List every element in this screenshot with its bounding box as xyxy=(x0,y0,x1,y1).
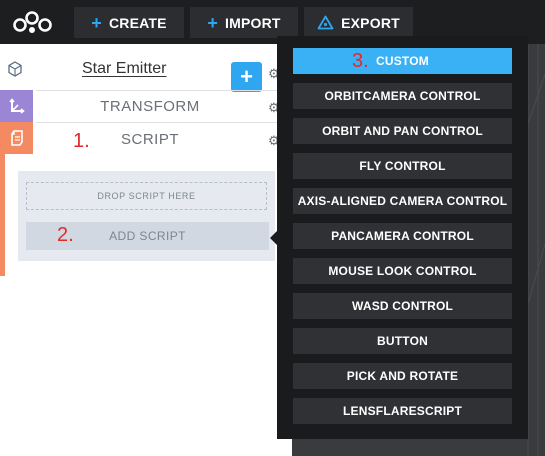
entity-name[interactable]: Star Emitter xyxy=(82,60,166,78)
menu-item-orbit-and-pan-control[interactable]: ORBIT AND PAN CONTROL xyxy=(293,118,512,144)
add-component-button[interactable]: + xyxy=(231,62,262,92)
export-triangle-icon xyxy=(317,15,334,30)
script-accent-strip xyxy=(0,154,5,276)
annotation-step-2: 2. xyxy=(57,224,74,246)
plus-icon: + xyxy=(207,12,219,33)
menu-item-pick-and-rotate[interactable]: PICK AND ROTATE xyxy=(293,363,512,389)
menu-item-axis-aligned-camera-control[interactable]: AXIS-ALIGNED CAMERA CONTROL xyxy=(293,188,512,214)
annotation-step-1: 1. xyxy=(73,130,90,152)
transform-axes-icon xyxy=(8,98,25,114)
entity-header: Star Emitter + ⚙ xyxy=(0,53,290,92)
import-button[interactable]: + IMPORT xyxy=(190,7,298,38)
transform-title[interactable]: TRANSFORM xyxy=(50,98,250,115)
menu-item-fly-control[interactable]: FLY CONTROL xyxy=(293,153,512,179)
annotation-step-3: 3. xyxy=(352,50,369,72)
create-label: CREATE xyxy=(108,14,167,31)
script-component-body: DROP SCRIPT HERE ADD SCRIPT xyxy=(18,171,275,261)
menu-item-lensflarescript[interactable]: LENSFLARESCRIPT xyxy=(293,398,512,424)
create-button[interactable]: + CREATE xyxy=(74,7,184,38)
menu-item-custom[interactable]: CUSTOM xyxy=(293,48,512,74)
export-button[interactable]: EXPORT xyxy=(304,7,413,38)
script-file-icon xyxy=(10,130,23,146)
import-label: IMPORT xyxy=(225,14,281,31)
menu-item-pancamera-control[interactable]: PANCAMERA CONTROL xyxy=(293,223,512,249)
script-dropdown-menu: CUSTOM ORBITCAMERA CONTROL ORBIT AND PAN… xyxy=(277,36,528,439)
divider xyxy=(36,122,290,123)
export-label: EXPORT xyxy=(341,14,400,31)
inspector-panel: Star Emitter + ⚙ TRANSFORM ⚙ SCRIPT ⚙ 1.… xyxy=(0,44,290,456)
menu-item-wasd-control[interactable]: WASD CONTROL xyxy=(293,293,512,319)
drop-script-zone[interactable]: DROP SCRIPT HERE xyxy=(26,182,267,210)
playcanvas-logo[interactable] xyxy=(12,9,58,35)
menu-item-mouse-look-control[interactable]: MOUSE LOOK CONTROL xyxy=(293,258,512,284)
transform-tab[interactable] xyxy=(0,90,33,122)
menu-item-button[interactable]: BUTTON xyxy=(293,328,512,354)
menu-item-orbitcamera-control[interactable]: ORBITCAMERA CONTROL xyxy=(293,83,512,109)
menu-caret xyxy=(270,231,277,245)
divider xyxy=(36,90,290,91)
plus-icon: + xyxy=(91,12,102,33)
entity-cube-icon xyxy=(6,61,24,79)
script-tab[interactable] xyxy=(0,122,33,154)
